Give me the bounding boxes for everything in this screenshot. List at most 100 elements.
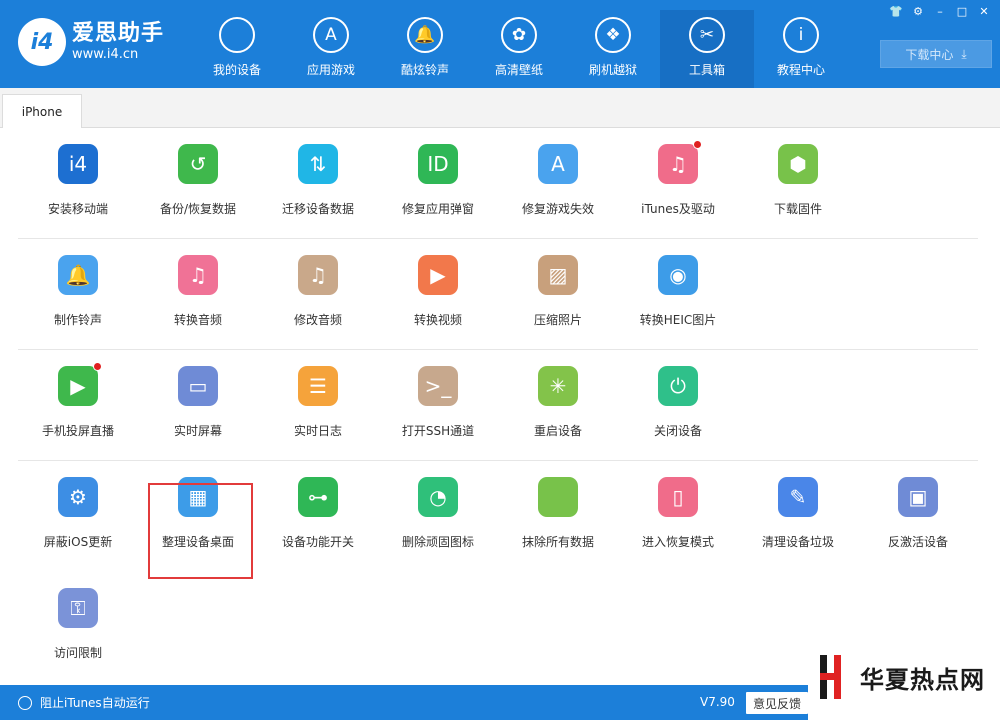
tool-restriction-key[interactable]: ⚿ 访问限制 (18, 572, 138, 672)
tool-glyph: ◔ (429, 485, 447, 509)
tool-label: iTunes及驱动 (641, 202, 715, 216)
tool-power[interactable]: ⏻ 关闭设备 (618, 350, 738, 450)
tool-label: 安装移动端 (47, 202, 108, 216)
nav-item-tools[interactable]: ✂ 工具箱 (660, 10, 754, 88)
watermark: 华夏热点网 (808, 634, 1000, 720)
tool-row: 🔔 制作铃声 ♫ 转换音频 ♫ 修改音频 ▶ 转换视频 ▨ 压缩照片 ◉ 转换HEIC图片 (18, 239, 978, 350)
tool-glyph: ⊶ (308, 485, 328, 509)
pie-icon: ◔ (418, 477, 458, 517)
tool-toggle[interactable]: ⊶ 设备功能开关 (258, 461, 378, 561)
settings-icon[interactable]: ⚙ (908, 3, 928, 19)
screen-mirror-icon: ▶ (58, 362, 102, 406)
tool-block-update[interactable]: ⚙ 屏蔽iOS更新 (18, 461, 138, 561)
firmware-box-icon: ⬢ (778, 144, 818, 184)
tool-glyph: ▨ (548, 263, 568, 287)
tool-label: 修复应用弹窗 (401, 202, 474, 216)
tool-music-edit[interactable]: ♫ 修改音频 (258, 239, 378, 339)
tool-label: 反激活设备 (887, 535, 948, 549)
tool-video-convert[interactable]: ▶ 转换视频 (378, 239, 498, 339)
restart-icon: ✳ (538, 366, 578, 406)
nav-item-flower[interactable]: ✿ 高清壁纸 (472, 10, 566, 88)
radio-circle-icon[interactable] (18, 695, 32, 710)
tool-label: 屏蔽iOS更新 (43, 535, 113, 549)
tool-label: 关闭设备 (653, 424, 702, 438)
tool-row: ▶ 手机投屏直播 ▭ 实时屏幕 ☰ 实时日志 >_ 打开SSH通道 ✳ 重启设备 ⏻ 关闭设备 (18, 350, 978, 461)
heic-convert-icon: ◉ (658, 255, 698, 295)
tool-label: 抹除所有数据 (521, 535, 594, 549)
tool-photo-compress[interactable]: ▨ 压缩照片 (498, 239, 618, 339)
tool-label: 压缩照片 (533, 313, 582, 327)
tab-bar: iPhone (0, 88, 1000, 129)
tool-glyph: ▶ (430, 263, 446, 287)
music-edit-icon: ♫ (298, 255, 338, 295)
broom-icon: ✎ (778, 477, 818, 517)
skin-icon[interactable]: 👕 (886, 3, 906, 19)
block-itunes-toggle[interactable]: 阻止iTunes自动运行 (18, 694, 150, 711)
tool-glyph: ✎ (789, 485, 807, 509)
header: i4 爱思助手 www.i4.cn 我的设备 A 应用游戏 🔔 酷炫铃声 ✿ 高清壁纸 ❖ 刷机… (0, 0, 1000, 88)
tool-monitor[interactable]: ▭ 实时屏幕 (138, 350, 258, 450)
tool-glyph: ⇅ (309, 152, 327, 176)
logo-badge-icon: i4 (18, 18, 66, 66)
tool-glyph: ◉ (669, 263, 687, 287)
window-controls: 👕 ⚙ – □ ✕ (884, 3, 994, 19)
tool-music-convert[interactable]: ♫ 转换音频 (138, 239, 258, 339)
tool-firmware-box[interactable]: ⬢ 下载固件 (738, 128, 858, 228)
nav-label: 我的设备 (212, 63, 261, 77)
tool-glyph: >_ (424, 374, 452, 398)
tool-i4-logo[interactable]: i4 安装移动端 (18, 128, 138, 228)
tool-label: 迁移设备数据 (281, 202, 354, 216)
tool-glyph: ♫ (309, 263, 327, 287)
minimize-icon[interactable]: – (930, 3, 950, 19)
deactivate-icon: ▣ (898, 477, 938, 517)
highlight-box (148, 483, 253, 579)
tool-restart[interactable]: ✳ 重启设备 (498, 350, 618, 450)
tool-log[interactable]: ☰ 实时日志 (258, 350, 378, 450)
nav-item-app-store[interactable]: A 应用游戏 (284, 10, 378, 88)
download-center-button[interactable]: 下载中心 ⤓ (880, 40, 992, 68)
nav-item-dropbox[interactable]: ❖ 刷机越狱 (566, 10, 660, 88)
tool-deactivate[interactable]: ▣ 反激活设备 (858, 461, 978, 561)
tool-pie[interactable]: ◔ 删除顽固图标 (378, 461, 498, 561)
tool-label: 重启设备 (533, 424, 582, 438)
maximize-icon[interactable]: □ (952, 3, 972, 19)
tab-iphone[interactable]: iPhone (2, 94, 82, 129)
notification-dot (693, 140, 702, 149)
tool-itunes[interactable]: ♫ iTunes及驱动 (618, 128, 738, 228)
music-convert-icon: ♫ (178, 255, 218, 295)
tool-migrate[interactable]: ⇅ 迁移设备数据 (258, 128, 378, 228)
tool-bell-plus[interactable]: 🔔 制作铃声 (18, 239, 138, 339)
nav-item-bell[interactable]: 🔔 酷炫铃声 (378, 10, 472, 88)
tool-glyph: ⚙ (69, 485, 87, 509)
tool-glyph: ♫ (669, 152, 687, 176)
tool-label: 转换音频 (173, 313, 222, 327)
tool-glyph: ☰ (309, 374, 327, 398)
tool-glyph: ⚿ (70, 596, 86, 620)
tool-backup[interactable]: ↺ 备份/恢复数据 (138, 128, 258, 228)
tool-app-store[interactable]: A 修复游戏失效 (498, 128, 618, 228)
tool-terminal[interactable]: >_ 打开SSH通道 (378, 350, 498, 450)
terminal-icon: >_ (418, 366, 458, 406)
tool-broom[interactable]: ✎ 清理设备垃圾 (738, 461, 858, 561)
tool-heic-convert[interactable]: ◉ 转换HEIC图片 (618, 239, 738, 339)
block-update-icon: ⚙ (58, 477, 98, 517)
app-window: i4 爱思助手 www.i4.cn 我的设备 A 应用游戏 🔔 酷炫铃声 ✿ 高清壁纸 ❖ 刷机… (0, 0, 1000, 720)
tool-glyph: ↺ (189, 152, 207, 176)
tool-glyph: i4 (68, 152, 88, 176)
tool-apple-erase[interactable]: 抹除所有数据 (498, 461, 618, 561)
tool-label: 修复游戏失效 (521, 202, 594, 216)
close-icon[interactable]: ✕ (974, 3, 994, 19)
apple-icon (219, 17, 255, 53)
tool-screen-mirror[interactable]: ▶ 手机投屏直播 (18, 350, 138, 450)
tool-row: i4 安装移动端 ↺ 备份/恢复数据 ⇅ 迁移设备数据 ID 修复应用弹窗 A 修复游戏失效 ♫ iT… (18, 128, 978, 239)
nav-item-info[interactable]: i 教程中心 (754, 10, 848, 88)
tool-label: 手机投屏直播 (41, 424, 114, 438)
nav-label: 刷机越狱 (588, 63, 637, 77)
tool-label: 制作铃声 (53, 313, 102, 327)
feedback-button[interactable]: 意见反馈 (746, 692, 808, 714)
tool-apple-id[interactable]: ID 修复应用弹窗 (378, 128, 498, 228)
tool-recovery[interactable]: ▯ 进入恢复模式 (618, 461, 738, 561)
logo: i4 爱思助手 www.i4.cn (18, 18, 164, 66)
tool-label: 进入恢复模式 (641, 535, 714, 549)
nav-item-apple[interactable]: 我的设备 (190, 10, 284, 88)
